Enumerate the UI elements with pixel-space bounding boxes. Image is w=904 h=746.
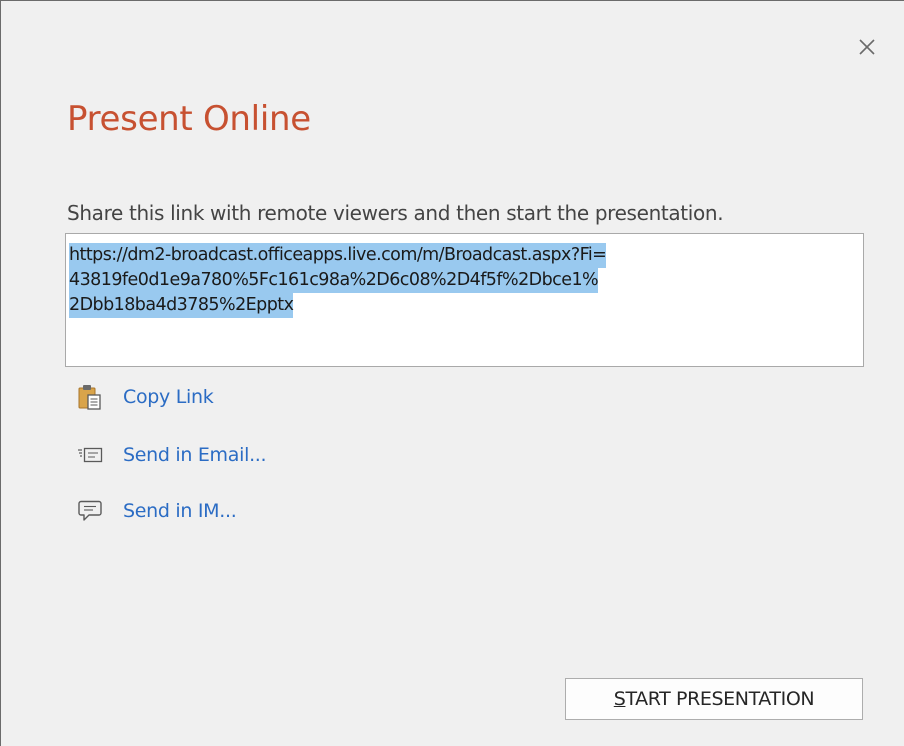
close-icon — [859, 39, 875, 55]
send-in-email-button[interactable]: Send in Email... — [77, 441, 267, 469]
close-button[interactable] — [853, 33, 881, 61]
clipboard-icon — [77, 383, 107, 411]
chat-bubble-icon — [77, 497, 107, 525]
start-button-mnemonic: S — [613, 688, 626, 710]
send-in-im-label: Send in IM... — [123, 500, 237, 522]
broadcast-link-textbox[interactable]: https://dm2-broadcast.officeapps.live.co… — [65, 233, 864, 367]
copy-link-button[interactable]: Copy Link — [77, 383, 214, 411]
link-line-2: 43819fe0d1e9a780%5Fc161c98a%2D6c08%2D4f5… — [69, 268, 599, 293]
dialog-title: Present Online — [67, 99, 311, 139]
copy-link-label: Copy Link — [123, 386, 214, 408]
email-icon — [77, 441, 107, 469]
present-online-dialog: Present Online Share this link with remo… — [0, 0, 904, 746]
link-line-1: https://dm2-broadcast.officeapps.live.co… — [69, 243, 607, 268]
broadcast-link-text[interactable]: https://dm2-broadcast.officeapps.live.co… — [69, 243, 859, 318]
start-button-label: TART PRESENTATION — [625, 688, 815, 710]
start-presentation-button[interactable]: S TART PRESENTATION — [565, 678, 863, 720]
instructions-text: Share this link with remote viewers and … — [67, 201, 724, 225]
link-line-3: 2Dbb18ba4d3785%2Epptx — [69, 293, 294, 318]
send-in-email-label: Send in Email... — [123, 444, 267, 466]
send-in-im-button[interactable]: Send in IM... — [77, 497, 237, 525]
